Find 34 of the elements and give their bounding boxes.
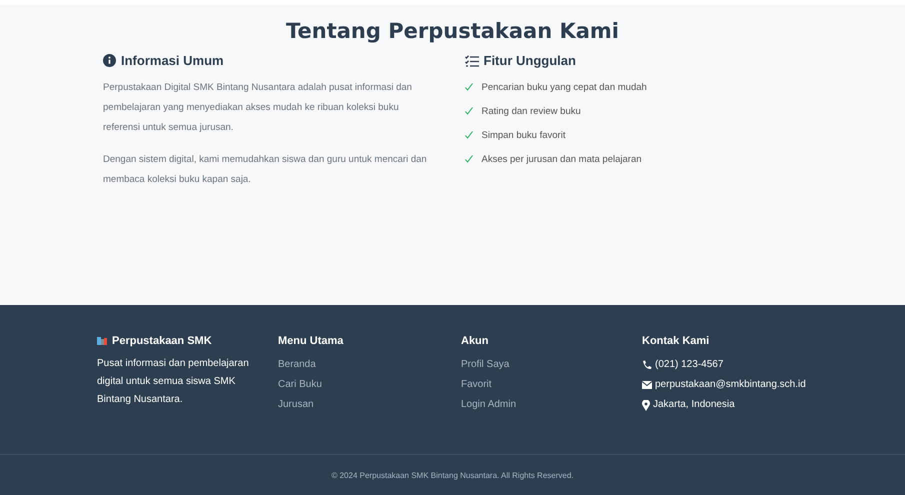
contact-text: Jakarta, Indonesia xyxy=(653,398,735,412)
feature-item: Akses per jurusan dan mata pelajaran xyxy=(482,154,642,164)
footer-link[interactable]: Favorit xyxy=(461,375,492,395)
footer-heading: Akun xyxy=(461,335,488,347)
info-icon xyxy=(103,54,116,67)
footer-description: Pusat informasi dan pembelajaran digital untuk semua siswa SMK Bintang Nusantara. xyxy=(97,357,250,407)
footer-brand: Perpustakaan SMK xyxy=(112,335,212,347)
map-pin-icon xyxy=(642,400,650,410)
section-title: Tentang Perpustakaan Kami xyxy=(284,19,620,43)
feature-item: Pencarian buku yang cepat dan mudah xyxy=(482,82,647,92)
checklist-icon xyxy=(464,54,478,66)
footer-heading: Menu Utama xyxy=(278,335,344,347)
phone-icon xyxy=(642,360,652,370)
feature-item: Rating dan review buku xyxy=(482,106,581,116)
section-heading: Fitur Unggulan xyxy=(484,53,576,68)
paragraph: Perpustakaan Digital SMK Bintang Nusantara adalah pusat informasi dan pembelajaran yang menyediakan akses mudah ke ribuan koleksi buku referensi untuk semua jurusan. xyxy=(103,81,413,135)
check-icon xyxy=(464,131,472,139)
footer-link[interactable]: Beranda xyxy=(278,355,316,375)
section-heading: Informasi Umum xyxy=(121,53,224,68)
footer-heading: Kontak Kami xyxy=(642,335,710,347)
footer-link[interactable]: Cari Buku xyxy=(278,375,322,395)
books-icon xyxy=(97,336,107,346)
check-icon xyxy=(464,83,472,91)
footer-link[interactable]: Login Admin xyxy=(461,395,516,415)
envelope-icon xyxy=(642,381,652,389)
footer-link[interactable]: Profil Saya xyxy=(461,355,510,375)
copyright-text: © 2024 Perpustakaan SMK Bintang Nusantara. All Rights Reserved. xyxy=(331,470,574,480)
footer-link[interactable]: Jurusan xyxy=(278,395,314,415)
contact-text: perpustakaan@smkbintang.sch.id xyxy=(655,378,806,392)
contact-text: (021) 123-4567 xyxy=(655,358,724,372)
check-icon xyxy=(464,107,472,115)
feature-item: Simpan buku favorit xyxy=(482,130,566,140)
paragraph: Dengan sistem digital, kami memudahkan siswa dan guru untuk mencari dan membaca koleksi buku kapan saja. xyxy=(103,153,428,187)
check-icon xyxy=(464,155,472,163)
